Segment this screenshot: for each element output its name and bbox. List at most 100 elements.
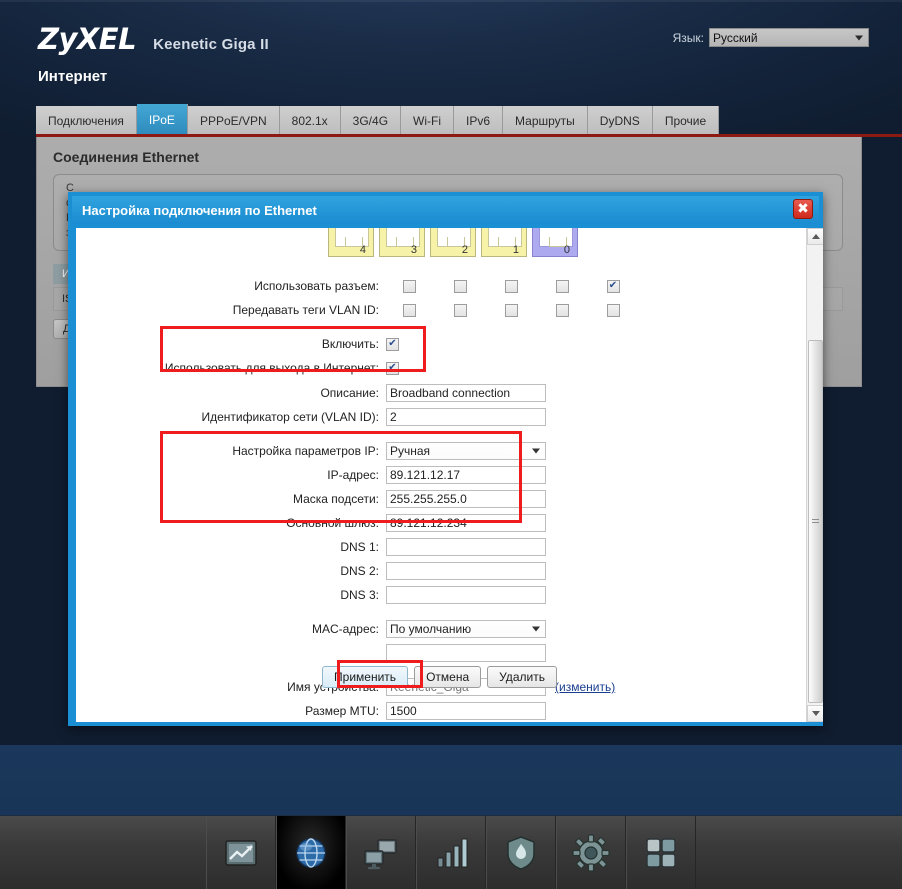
home-network-icon	[361, 833, 401, 873]
vlan-id-row: Идентификатор сети (VLAN ID):	[76, 407, 803, 427]
scroll-up-button[interactable]	[807, 228, 823, 245]
taskbar-home-network[interactable]	[346, 816, 416, 889]
vlan-id-input[interactable]	[386, 408, 546, 426]
taskbar-system-gear[interactable]	[556, 816, 626, 889]
tab-3g-4g[interactable]: 3G/4G	[340, 106, 402, 135]
language-select[interactable]: Русский	[709, 28, 869, 47]
vlan-id-label: Идентификатор сети (VLAN ID):	[201, 410, 380, 424]
router-web-interface: ZyXEL Keenetic Giga II Язык: Русский Инт…	[0, 0, 902, 745]
vlan-tag-checkbox-group	[386, 303, 636, 317]
use-port-1-checkbox[interactable]	[453, 279, 467, 293]
close-icon[interactable]: ✖	[793, 199, 813, 219]
ethernet-port-2[interactable]: 2	[430, 228, 476, 257]
mac-custom-input[interactable]	[386, 644, 546, 662]
ip-address-row: IP-адрес:	[76, 465, 803, 485]
triangle-down-icon	[811, 711, 820, 716]
cancel-button[interactable]: Отмена	[414, 666, 482, 688]
port-number: 2	[461, 244, 468, 256]
port-number: 4	[359, 244, 366, 256]
mtu-input[interactable]	[386, 702, 546, 720]
description-row: Описание:	[76, 383, 803, 403]
tab--[interactable]: Маршруты	[503, 106, 588, 135]
tab-dydns[interactable]: DyDNS	[587, 106, 653, 135]
dialog-scroll-area: 4 3 2 1 0 Использовать разъем: Передавать те…	[76, 228, 803, 722]
page-title: Интернет	[38, 68, 108, 85]
dns3-input[interactable]	[386, 586, 546, 604]
taskbar-globe-internet[interactable]	[276, 816, 346, 889]
use-port-row: Использовать разъем:	[76, 276, 803, 296]
vlan-tag-0-checkbox[interactable]	[402, 303, 416, 317]
tab-802-1x[interactable]: 802.1x	[279, 106, 341, 135]
form-spacer-2	[76, 431, 803, 441]
use-port-checkbox-group	[386, 279, 636, 293]
apply-button[interactable]: Применить	[322, 666, 409, 688]
vlan-tag-2-checkbox[interactable]	[504, 303, 518, 317]
ethernet-port-1[interactable]: 1	[481, 228, 527, 257]
port-number: 1	[512, 244, 519, 256]
cell	[590, 303, 636, 317]
use-port-4-checkbox[interactable]	[606, 279, 620, 293]
zyxel-logo: ZyXEL	[38, 22, 137, 56]
dialog-body: 4 3 2 1 0 Использовать разъем: Передавать те…	[76, 228, 823, 722]
brand-logo-row: ZyXEL Keenetic Giga II	[38, 22, 269, 56]
enable-checkbox[interactable]	[386, 337, 399, 351]
ip-address-label: IP-адрес:	[327, 468, 379, 482]
dialog-scrollbar[interactable]	[806, 228, 823, 722]
scrollbar-thumb[interactable]	[808, 340, 823, 703]
vlan-tag-4-checkbox[interactable]	[606, 303, 620, 317]
tab--[interactable]: Подключения	[36, 106, 137, 135]
panel-heading: Соединения Ethernet	[53, 149, 200, 165]
use-port-2-checkbox[interactable]	[504, 279, 518, 293]
gateway-input[interactable]	[386, 514, 546, 532]
taskbar-signal-bars[interactable]	[416, 816, 486, 889]
use-internet-row: Использовать для выхода в Интернет:	[76, 358, 803, 378]
port-number: 3	[410, 244, 417, 256]
use-port-3-checkbox[interactable]	[555, 279, 569, 293]
ethernet-port-3[interactable]: 3	[379, 228, 425, 257]
ethernet-ports-row: 4 3 2 1 0	[328, 228, 578, 257]
dns3-row: DNS 3:	[76, 585, 803, 605]
tab-pppoe-vpn[interactable]: PPPoE/VPN	[187, 106, 280, 135]
cell	[437, 303, 483, 317]
description-input[interactable]	[386, 384, 546, 402]
dns1-label: DNS 1:	[340, 540, 379, 554]
dns1-row: DNS 1:	[76, 537, 803, 557]
tab-ipoe[interactable]: IPoE	[136, 104, 188, 135]
dns2-input[interactable]	[386, 562, 546, 580]
cell	[437, 279, 483, 293]
tab-ipv6[interactable]: IPv6	[454, 106, 504, 135]
vlan-tag-3-checkbox[interactable]	[555, 303, 569, 317]
scroll-down-button[interactable]	[807, 705, 823, 722]
system-gear-icon	[571, 833, 611, 873]
dns1-input[interactable]	[386, 538, 546, 556]
chevron-down-icon	[855, 35, 863, 40]
tab--[interactable]: Прочие	[652, 106, 720, 135]
subnet-row: Маска подсети:	[76, 489, 803, 509]
ethernet-port-0[interactable]: 0	[532, 228, 578, 257]
connection-form: Использовать разъем: Передавать теги VLA…	[76, 276, 803, 722]
ip-setup-select[interactable]: Ручная	[386, 442, 546, 460]
use-port-0-checkbox[interactable]	[402, 279, 416, 293]
subnet-mask-label: Маска подсети:	[292, 492, 379, 506]
cell	[539, 303, 585, 317]
tab-wi-fi[interactable]: Wi-Fi	[401, 106, 455, 135]
cell	[488, 303, 534, 317]
ip-address-input[interactable]	[386, 466, 546, 484]
subnet-mask-input[interactable]	[386, 490, 546, 508]
port-number: 0	[563, 244, 570, 256]
dns2-label: DNS 2:	[340, 564, 379, 578]
delete-button[interactable]: Удалить	[487, 666, 557, 688]
taskbar-apps-grid[interactable]	[626, 816, 696, 889]
dns3-label: DNS 3:	[340, 588, 379, 602]
bottom-navigation-bar	[0, 815, 902, 889]
taskbar-items	[206, 816, 696, 889]
taskbar-firewall-shield[interactable]	[486, 816, 556, 889]
cell	[590, 279, 636, 293]
grip-icon	[812, 518, 819, 525]
use-internet-checkbox[interactable]	[386, 361, 399, 375]
ethernet-port-4[interactable]: 4	[328, 228, 374, 257]
mac-address-select[interactable]: По умолчанию	[386, 620, 546, 638]
vlan-tag-1-checkbox[interactable]	[453, 303, 467, 317]
chevron-down-icon	[532, 448, 540, 454]
taskbar-monitor-chart[interactable]	[206, 816, 276, 889]
